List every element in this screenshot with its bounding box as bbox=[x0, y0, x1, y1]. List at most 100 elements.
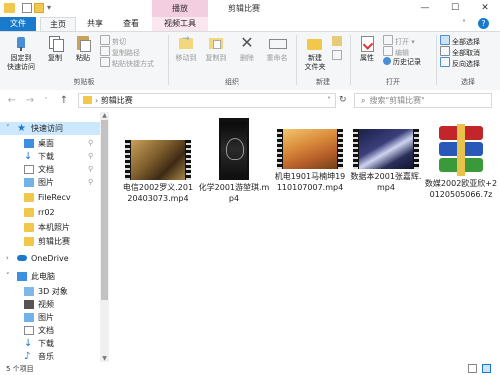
edit-button[interactable]: 编辑 bbox=[383, 46, 433, 57]
sidebar-item-3d-objects[interactable]: 3D 对象 bbox=[0, 285, 100, 298]
sidebar-item-label: 本机照片 bbox=[38, 223, 70, 232]
cut-label: 剪切 bbox=[112, 38, 126, 46]
copy-path-button[interactable]: 复制路径 bbox=[100, 46, 170, 57]
video-thumbnail bbox=[219, 118, 249, 180]
video-thumbnail bbox=[125, 140, 191, 180]
new-folder-label-line1: 新建 bbox=[308, 54, 322, 62]
rename-label: 重命名 bbox=[266, 54, 288, 62]
back-arrow-icon[interactable]: ← bbox=[6, 95, 18, 107]
sidebar-item-label: 3D 对象 bbox=[38, 287, 68, 296]
sidebar-item-pictures[interactable]: 图片 ⚲ bbox=[0, 176, 100, 189]
sidebar-item-pc-downloads[interactable]: ↓ 下载 bbox=[0, 337, 100, 350]
file-item[interactable]: 化学2001游堃琪.mp4 bbox=[197, 118, 271, 204]
quick-access-dropdown-icon[interactable]: ▾ bbox=[47, 3, 51, 12]
easy-access-icon[interactable] bbox=[332, 50, 342, 60]
scroll-up-icon[interactable]: ▲ bbox=[101, 112, 108, 119]
file-item[interactable]: 电信2002罗义.20120403073.mp4 bbox=[121, 118, 195, 204]
history-button[interactable]: 历史记录 bbox=[383, 57, 433, 68]
sidebar-item-label: 文档 bbox=[38, 326, 54, 335]
chevron-right-icon: › bbox=[6, 254, 9, 262]
sidebar-scrollbar-thumb[interactable] bbox=[101, 120, 108, 300]
file-item[interactable]: 数媒2002欧亚欣+20120505066.7z bbox=[424, 118, 498, 200]
new-folder-button[interactable]: 新建 文件夹 bbox=[300, 35, 330, 72]
copy-to-icon bbox=[207, 35, 225, 51]
recent-locations-icon[interactable]: ˅ bbox=[40, 95, 52, 107]
up-arrow-icon[interactable]: ↑ bbox=[58, 95, 70, 107]
tab-view[interactable]: 查看 bbox=[114, 17, 148, 31]
rename-button[interactable]: 重命名 bbox=[262, 35, 292, 63]
file-item[interactable]: 数据本2001张嘉辉.mp4 bbox=[349, 118, 423, 193]
search-input[interactable]: ⌕ 搜索"剪辑比赛" bbox=[354, 93, 492, 108]
edit-label: 编辑 bbox=[395, 49, 409, 57]
copy-button[interactable]: 复制 bbox=[42, 35, 68, 63]
sidebar-item-quick-access[interactable]: ˅ ★ 快速访问 bbox=[0, 122, 100, 135]
picture-icon bbox=[24, 313, 34, 322]
sidebar-item-music[interactable]: ♪ 音乐 bbox=[0, 350, 100, 363]
address-bar[interactable]: › 剪辑比赛 ˅ bbox=[78, 93, 336, 108]
paste-shortcut-button[interactable]: 粘贴快捷方式 bbox=[100, 57, 170, 68]
sidebar-item-videos[interactable]: 视频 bbox=[0, 298, 100, 311]
tab-video-tools[interactable]: 视频工具 bbox=[152, 17, 208, 31]
delete-label: 删除 bbox=[240, 54, 254, 62]
status-bar: 5 个项目 bbox=[0, 363, 500, 375]
properties-button[interactable]: 属性 bbox=[354, 35, 380, 63]
sidebar-item-edit-contest[interactable]: 剪辑比赛 bbox=[0, 235, 100, 248]
invert-selection-button[interactable]: 反向选择 bbox=[440, 57, 500, 68]
tab-home[interactable]: 主页 bbox=[40, 17, 76, 31]
sidebar-item-pc-documents[interactable]: 文档 bbox=[0, 324, 100, 337]
forward-arrow-icon[interactable]: → bbox=[24, 95, 36, 107]
sidebar-item-desktop[interactable]: 桌面 ⚲ bbox=[0, 137, 100, 150]
cut-button[interactable]: 剪切 bbox=[100, 35, 170, 46]
sidebar-item-filerecv[interactable]: FileRecv bbox=[0, 191, 100, 204]
refresh-icon[interactable]: ↻ bbox=[339, 95, 347, 105]
sidebar-item-rr02[interactable]: rr02 bbox=[0, 206, 100, 219]
new-item-icon[interactable] bbox=[332, 36, 342, 46]
folder-icon bbox=[24, 237, 34, 246]
file-item[interactable]: 机电1901马楠坤19110107007.mp4 bbox=[273, 118, 347, 193]
clipboard-group-label: 剪贴板 bbox=[73, 78, 95, 86]
scroll-down-icon[interactable]: ▼ bbox=[101, 355, 108, 362]
collapse-ribbon-icon[interactable]: ˅ bbox=[462, 19, 466, 28]
details-view-icon[interactable] bbox=[468, 364, 477, 373]
history-icon bbox=[383, 57, 391, 65]
folder-icon bbox=[24, 193, 34, 202]
paste-button[interactable]: 粘贴 bbox=[70, 35, 96, 63]
breadcrumb[interactable]: 剪辑比赛 bbox=[101, 96, 133, 105]
sidebar-item-onedrive[interactable]: › OneDrive bbox=[0, 252, 100, 265]
pin-label-line1: 固定到 bbox=[10, 54, 32, 62]
pin-icon: ⚲ bbox=[88, 165, 94, 173]
paste-icon bbox=[74, 35, 92, 52]
open-button[interactable]: 打开 ▾ bbox=[383, 35, 433, 46]
select-none-button[interactable]: 全部取消 bbox=[440, 46, 500, 57]
new-folder-quick-icon[interactable] bbox=[34, 3, 44, 13]
sidebar-item-this-pc[interactable]: ˅ 此电脑 bbox=[0, 270, 100, 283]
pin-quick-access-button[interactable]: 固定到 快速访问 bbox=[2, 35, 40, 72]
open-small-buttons: 打开 ▾ 编辑 历史记录 bbox=[383, 35, 433, 68]
delete-button[interactable]: ✕ 删除 bbox=[234, 35, 260, 63]
properties-quick-icon[interactable] bbox=[22, 3, 32, 13]
invert-selection-label: 反向选择 bbox=[452, 60, 480, 68]
close-button[interactable]: ✕ bbox=[474, 0, 496, 17]
cloud-icon bbox=[17, 255, 27, 261]
sidebar-item-label: 快速访问 bbox=[31, 124, 63, 133]
copy-to-label: 复制到 bbox=[205, 54, 227, 62]
contextual-group-label: 播放 bbox=[152, 0, 208, 17]
move-to-button[interactable]: → 移动到 bbox=[172, 35, 200, 63]
select-all-button[interactable]: 全部选择 bbox=[440, 35, 500, 46]
maximize-button[interactable]: ☐ bbox=[444, 0, 466, 17]
address-dropdown-icon[interactable]: ˅ bbox=[327, 94, 331, 107]
tab-file[interactable]: 文件 bbox=[0, 17, 36, 31]
tab-share[interactable]: 共享 bbox=[78, 17, 112, 31]
music-icon: ♪ bbox=[24, 351, 31, 362]
sidebar-item-pc-pictures[interactable]: 图片 bbox=[0, 311, 100, 324]
minimize-button[interactable]: — bbox=[414, 0, 436, 17]
sidebar-item-label: FileRecv bbox=[38, 193, 71, 202]
video-thumbnail bbox=[353, 129, 419, 169]
sidebar-item-downloads[interactable]: ↓ 下载 ⚲ bbox=[0, 150, 100, 163]
file-name: 化学2001游堃琪.mp4 bbox=[198, 183, 270, 203]
sidebar-item-documents[interactable]: 文档 ⚲ bbox=[0, 163, 100, 176]
sidebar-item-local-photos[interactable]: 本机照片 bbox=[0, 221, 100, 234]
large-icons-view-icon[interactable] bbox=[482, 364, 491, 373]
help-icon[interactable]: ? bbox=[478, 18, 489, 29]
copy-to-button[interactable]: 复制到 bbox=[202, 35, 230, 63]
